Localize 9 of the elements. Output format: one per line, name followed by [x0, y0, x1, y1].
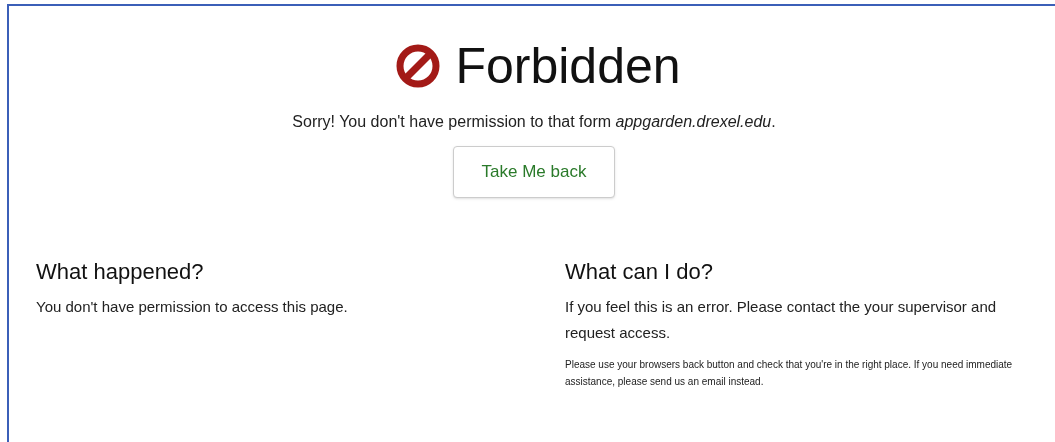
error-message: Sorry! You don't have permission to that form appgarden.drexel.edu. — [292, 112, 776, 132]
back-button[interactable]: Take Me back — [453, 146, 615, 198]
section-text: If you feel this is an error. Please contact the your supervisor and request access. — [565, 297, 998, 343]
section-text: Please use your browsers back button and check that you're in the right place. If you need immediate assistance, please send us an email instead. — [565, 358, 1014, 389]
section-heading: What happened? — [36, 258, 205, 286]
page-title: Forbidden — [455, 37, 681, 96]
section-heading: What can I do? — [565, 258, 714, 286]
prohibited-icon — [395, 43, 442, 89]
section-text: You don't have permission to access this page. — [36, 297, 349, 317]
